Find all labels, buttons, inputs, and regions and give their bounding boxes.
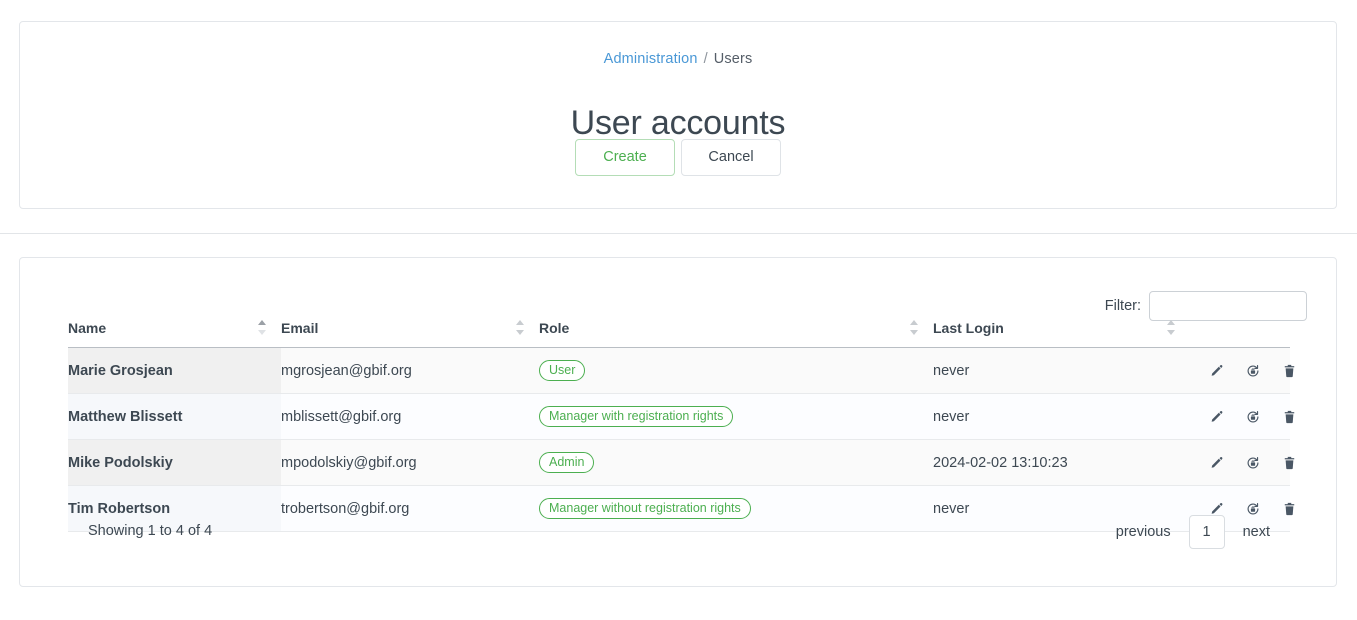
table-row: Mike Podolskiy mpodolskiy@gbif.org Admin… xyxy=(68,440,1290,486)
reset-password-icon[interactable] xyxy=(1246,364,1260,378)
cell-last-login: never xyxy=(933,348,1190,394)
table-row: Marie Grosjean mgrosjean@gbif.org User n… xyxy=(68,348,1290,394)
pagination: previous 1 next xyxy=(1098,515,1288,549)
column-header-actions xyxy=(1190,320,1290,348)
table-header: Name Email Role xyxy=(68,320,1290,348)
cell-actions xyxy=(1190,440,1290,486)
cell-email: mpodolskiy@gbif.org xyxy=(281,440,539,486)
sort-indicator-last-login[interactable] xyxy=(1167,320,1176,335)
header-button-row: Create Cancel xyxy=(20,139,1336,176)
table-footer: Showing 1 to 4 of 4 previous 1 next xyxy=(68,509,1288,555)
edit-icon[interactable] xyxy=(1209,456,1223,470)
users-table: Name Email Role xyxy=(68,320,1290,532)
table-body: Marie Grosjean mgrosjean@gbif.org User n… xyxy=(68,348,1290,532)
cell-role: Manager with registration rights xyxy=(539,394,933,440)
pagination-previous[interactable]: previous xyxy=(1098,515,1189,549)
breadcrumb: Administration / Users xyxy=(20,50,1336,68)
role-badge: Admin xyxy=(539,452,594,473)
column-header-name-label: Name xyxy=(68,320,106,336)
filter-label: Filter: xyxy=(1105,298,1141,314)
cell-name: Mike Podolskiy xyxy=(68,440,281,486)
cell-name: Marie Grosjean xyxy=(68,348,281,394)
delete-icon[interactable] xyxy=(1283,456,1296,470)
sort-indicator-name[interactable] xyxy=(258,320,267,335)
column-header-last-login-label: Last Login xyxy=(933,320,1004,336)
filter-control: Filter: xyxy=(1105,291,1307,321)
delete-icon[interactable] xyxy=(1283,364,1296,378)
column-header-role[interactable]: Role xyxy=(539,320,933,348)
edit-icon[interactable] xyxy=(1209,364,1223,378)
table-header-row: Name Email Role xyxy=(68,320,1290,348)
page-root: Administration/Users User accounts Creat… xyxy=(0,0,1357,620)
reset-password-icon[interactable] xyxy=(1246,410,1260,424)
cell-last-login: never xyxy=(933,394,1190,440)
cancel-button[interactable]: Cancel xyxy=(681,139,781,176)
pagination-next[interactable]: next xyxy=(1225,515,1288,549)
users-table-card: Filter: Name xyxy=(19,257,1337,587)
reset-password-icon[interactable] xyxy=(1246,456,1260,470)
column-header-email-label: Email xyxy=(281,320,318,336)
users-table-wrapper: Name Email Role xyxy=(68,320,1290,532)
cell-name: Matthew Blissett xyxy=(68,394,281,440)
sort-indicator-email[interactable] xyxy=(516,320,525,335)
pagination-page-1[interactable]: 1 xyxy=(1189,515,1225,549)
role-badge: Manager with registration rights xyxy=(539,406,733,427)
showing-entries-info: Showing 1 to 4 of 4 xyxy=(88,523,212,539)
create-button[interactable]: Create xyxy=(575,139,675,176)
cell-email: mgrosjean@gbif.org xyxy=(281,348,539,394)
header-card: Administration/Users User accounts Creat… xyxy=(19,21,1337,209)
column-header-name[interactable]: Name xyxy=(68,320,281,348)
delete-icon[interactable] xyxy=(1283,410,1296,424)
filter-input[interactable] xyxy=(1149,291,1307,321)
breadcrumb-current: Users xyxy=(714,51,753,67)
table-row: Matthew Blissett mblissett@gbif.org Mana… xyxy=(68,394,1290,440)
breadcrumb-separator: / xyxy=(704,51,708,67)
column-header-role-label: Role xyxy=(539,320,569,336)
cell-actions xyxy=(1190,348,1290,394)
cell-role: Admin xyxy=(539,440,933,486)
column-header-last-login[interactable]: Last Login xyxy=(933,320,1190,348)
cell-role: User xyxy=(539,348,933,394)
role-badge: User xyxy=(539,360,585,381)
breadcrumb-link-administration[interactable]: Administration xyxy=(604,51,698,67)
sort-indicator-role[interactable] xyxy=(910,320,919,335)
edit-icon[interactable] xyxy=(1209,410,1223,424)
cell-last-login: 2024-02-02 13:10:23 xyxy=(933,440,1190,486)
section-divider xyxy=(0,233,1357,234)
cell-email: mblissett@gbif.org xyxy=(281,394,539,440)
cell-actions xyxy=(1190,394,1290,440)
column-header-email[interactable]: Email xyxy=(281,320,539,348)
